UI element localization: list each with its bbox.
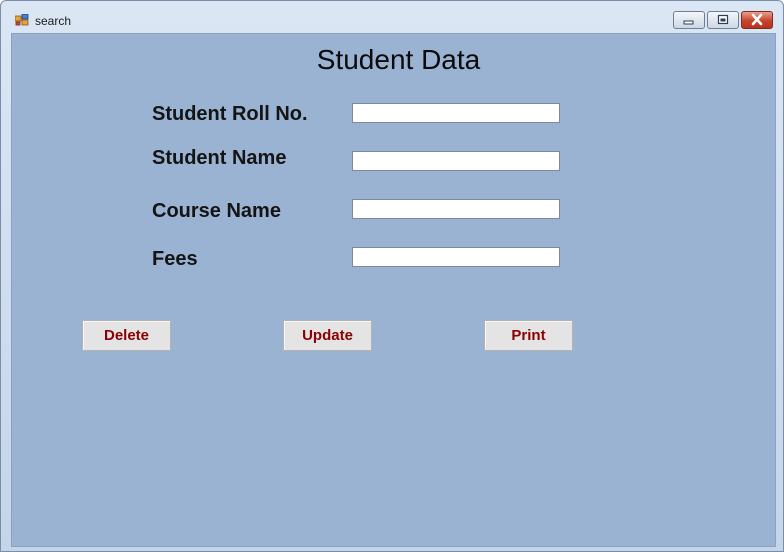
close-button[interactable] [741,11,773,29]
roll-no-label: Student Roll No. [152,103,308,125]
form-client-area: Student Data Student Roll No. Student Na… [11,33,776,547]
student-name-label: Student Name [152,147,287,169]
minimize-button[interactable] [673,11,705,29]
maximize-button[interactable] [707,11,739,29]
close-icon [751,13,763,26]
delete-button[interactable]: Delete [82,320,171,351]
update-button[interactable]: Update [283,320,372,351]
print-button[interactable]: Print [484,320,573,351]
course-name-label: Course Name [152,200,281,222]
student-name-input[interactable] [352,151,560,171]
roll-no-input[interactable] [352,103,560,123]
course-name-input[interactable] [352,199,560,219]
window-title: search [35,14,72,28]
fees-label: Fees [152,248,198,270]
title-bar[interactable]: search [1,1,783,33]
fees-input[interactable] [352,247,560,267]
restore-icon [717,14,729,25]
app-window: search Student Data Student Roll No. Stu… [0,0,784,552]
minimize-icon [683,20,694,25]
form-app-icon[interactable] [14,13,29,26]
form-heading: Student Data [316,44,481,75]
